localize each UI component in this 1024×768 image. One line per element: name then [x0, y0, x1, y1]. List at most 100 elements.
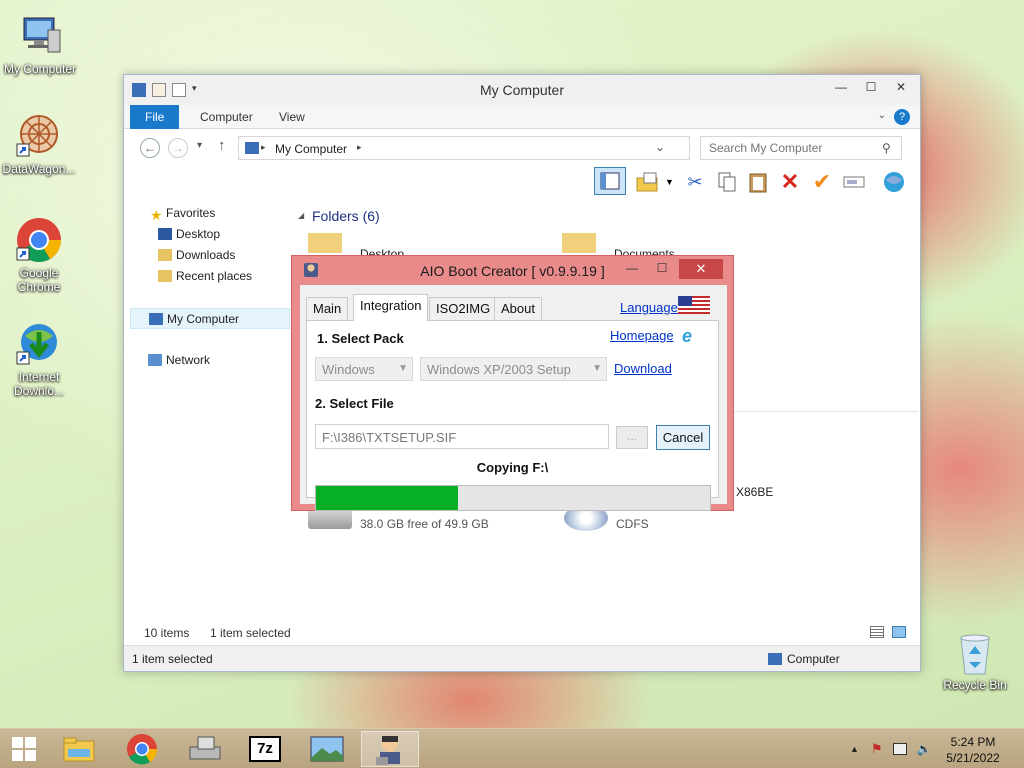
computer-icon [16, 12, 64, 60]
nav-network[interactable]: Network [130, 350, 290, 371]
pack-select[interactable]: Windows ▼ [315, 357, 413, 381]
expand-ribbon-icon[interactable]: ⌄ [878, 110, 886, 121]
desktop-icon-recycle-bin[interactable]: Recycle Bin [933, 632, 1017, 692]
collapse-group-icon[interactable]: ◢ [298, 211, 304, 220]
details-view-icon[interactable] [870, 626, 884, 638]
large-icons-view-icon[interactable] [892, 626, 906, 638]
taskbar-file-explorer[interactable] [50, 731, 108, 767]
minimize-button[interactable]: — [826, 77, 856, 97]
nav-desktop[interactable]: Desktop [130, 224, 290, 245]
aio-tab-main[interactable]: Main [306, 297, 349, 320]
drive-item-x86be[interactable]: X86BE [736, 485, 773, 499]
star-icon: ★ [150, 207, 163, 223]
desktop-folder-icon [158, 228, 172, 240]
aio-tab-integration[interactable]: Integration [353, 294, 429, 321]
options-dropdown-icon[interactable]: ▼ [665, 177, 674, 187]
close-button[interactable]: ✕ [886, 77, 916, 97]
nav-label: Downloads [176, 248, 236, 262]
cancel-button[interactable]: Cancel [656, 425, 710, 450]
chrome-icon [15, 216, 63, 264]
chrome-taskbar-icon [127, 734, 158, 765]
setup-select-value: Windows XP/2003 Setup [427, 362, 571, 377]
breadcrumb[interactable]: My Computer [275, 142, 347, 156]
help-icon[interactable]: ? [894, 109, 910, 125]
aio-titlebar: AIO Boot Creator [ v0.9.9.19 ] — ☐ ✕ [292, 256, 733, 285]
clock-date: 5/21/2022 [946, 751, 1000, 765]
language-link[interactable]: Language [620, 300, 678, 315]
folders-group-header[interactable]: Folders (6) [312, 208, 380, 224]
back-button[interactable]: ← [140, 138, 160, 158]
check-icon[interactable]: ✔ [809, 169, 835, 195]
aio-maximize-button[interactable]: ☐ [649, 259, 675, 279]
action-center-flag-icon[interactable]: ⚑ [871, 741, 883, 757]
homepage-link[interactable]: Homepage [610, 328, 674, 343]
browse-button[interactable]: ... [616, 426, 648, 449]
aio-tab-about[interactable]: About [494, 297, 542, 320]
tab-view[interactable]: View [265, 105, 319, 129]
search-input[interactable] [700, 136, 902, 160]
address-bar[interactable]: ▸ My Computer ▸ ⌄ ↻ [238, 136, 713, 160]
file-path-input[interactable]: F:\I386\TXTSETUP.SIF [315, 424, 609, 449]
taskbar-aio-boot[interactable] [361, 731, 419, 767]
breadcrumb-chevron-icon[interactable]: ▸ [357, 142, 362, 153]
breadcrumb-separator-icon: ▸ [261, 142, 266, 152]
search-icon[interactable]: ⚲ [882, 141, 891, 155]
preview-pane-icon[interactable] [594, 167, 626, 195]
taskbar-clock[interactable]: 5:24 PM 5/21/2022 [928, 734, 1018, 766]
nav-downloads[interactable]: Downloads [130, 245, 290, 266]
recent-locations-icon[interactable]: ▾ [197, 140, 202, 151]
folder-options-icon[interactable] [634, 169, 660, 195]
chevron-down-icon: ▼ [398, 363, 408, 374]
forward-button[interactable]: → [168, 138, 188, 158]
hard-drive-icon [308, 509, 352, 529]
details-location-text: Computer [787, 652, 840, 666]
explorer-status-bar: 10 items 1 item selected [124, 623, 920, 645]
nav-label: Network [166, 353, 211, 367]
show-hidden-icons-icon[interactable]: ▲ [850, 744, 859, 754]
delete-icon[interactable]: ✕ [777, 169, 803, 195]
aio-tab-iso2img[interactable]: ISO2IMG [429, 297, 498, 320]
nav-recent-places[interactable]: Recent places [130, 266, 290, 287]
select-file-label: 2. Select File [315, 396, 394, 411]
paste-icon[interactable] [745, 169, 771, 195]
taskbar-7zip[interactable]: 7z [236, 731, 294, 767]
aio-close-button[interactable]: ✕ [679, 259, 723, 279]
taskbar-chrome[interactable] [113, 731, 171, 767]
up-button[interactable]: ↑ [218, 137, 226, 154]
progress-fill [316, 486, 458, 510]
taskbar-photos[interactable] [298, 731, 356, 767]
datawagon-icon [15, 112, 63, 160]
drive-tool-icon [189, 736, 221, 760]
nav-label: Recent places [176, 269, 253, 283]
taskbar: 7z ▲ ⚑ 🔈 5:24 PM 5/21/2022 [0, 728, 1024, 768]
shell-globe-icon[interactable] [881, 169, 907, 195]
desktop-icon-internet-download[interactable]: Internet Downlo... [0, 320, 81, 398]
shell-toolbar: ▼ ✂ ✕ ✔ [124, 165, 920, 199]
aio-minimize-button[interactable]: — [619, 259, 645, 279]
network-tray-icon[interactable] [892, 743, 907, 755]
start-button[interactable] [0, 729, 48, 768]
desktop-icon-chrome[interactable]: Google Chrome [0, 216, 81, 294]
nav-favorites[interactable]: ★ Favorites [130, 203, 290, 224]
internet-explorer-icon[interactable]: e [682, 326, 692, 347]
cut-icon[interactable]: ✂ [682, 169, 708, 195]
drive-free-space: 38.0 GB free of 49.9 GB [360, 517, 489, 531]
address-dropdown-icon[interactable]: ⌄ [655, 140, 665, 154]
maximize-button[interactable]: ☐ [856, 77, 886, 97]
tab-computer[interactable]: Computer [186, 105, 267, 129]
us-flag-icon[interactable] [678, 296, 710, 314]
copy-icon[interactable] [714, 169, 740, 195]
desktop-icon-datawagon[interactable]: DataWagon... [0, 112, 81, 176]
tab-file[interactable]: File [130, 105, 180, 129]
desktop-icon-label: Recycle Bin [943, 678, 1007, 692]
select-pack-label: 1. Select Pack [317, 331, 404, 346]
desktop-icon-label: My Computer [3, 62, 77, 76]
nav-label: Desktop [176, 227, 221, 241]
details-selection-text: 1 item selected [132, 652, 213, 666]
setup-select[interactable]: Windows XP/2003 Setup ▼ [420, 357, 607, 381]
taskbar-drive-tool[interactable] [176, 731, 234, 767]
rename-icon[interactable] [841, 169, 867, 195]
desktop-icon-my-computer[interactable]: My Computer [0, 12, 82, 76]
nav-my-computer[interactable]: My Computer [130, 308, 290, 329]
download-link[interactable]: Download [614, 361, 672, 376]
